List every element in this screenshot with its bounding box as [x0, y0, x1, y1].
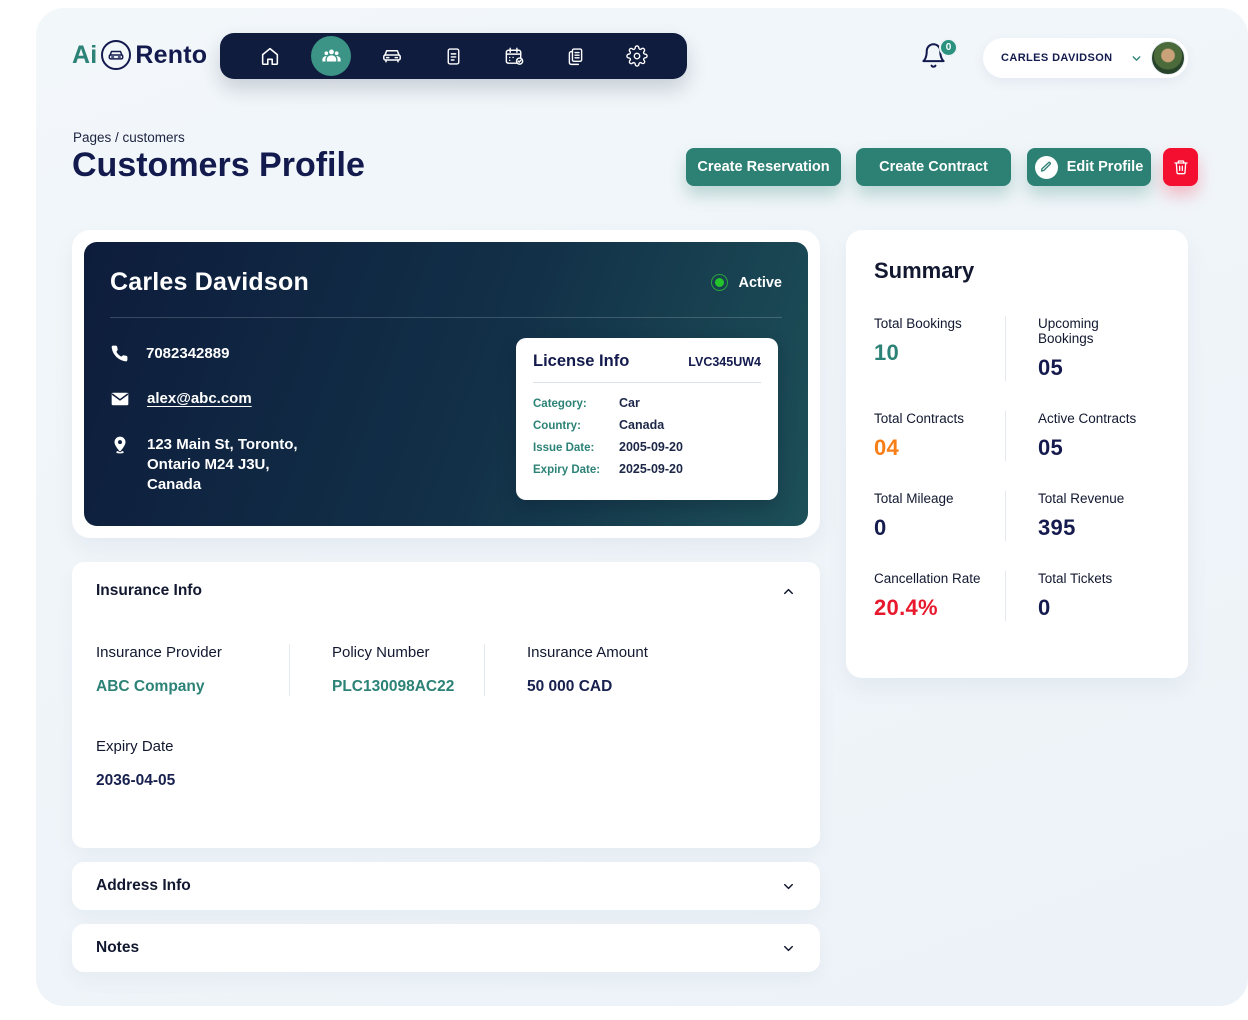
notes-header[interactable]: Notes: [96, 924, 796, 972]
users-icon: [320, 45, 343, 68]
license-info-card: License Info LVC345UW4 Category: Car Cou…: [516, 338, 778, 500]
nav-contracts[interactable]: [556, 36, 596, 76]
license-row-issue-date: Issue Date: 2005-09-20: [533, 440, 761, 454]
stat-total-mileage: Total Mileage 0: [874, 491, 1005, 541]
main-navbar: [220, 33, 687, 79]
nav-customers[interactable]: [311, 36, 351, 76]
notifications-button[interactable]: 0: [920, 42, 954, 76]
nav-vehicles[interactable]: [372, 36, 412, 76]
license-row-category: Category: Car: [533, 396, 761, 410]
contact-list: 7082342889 alex@abc.com 123 Main St, Tor…: [110, 338, 516, 500]
stat-total-tickets: Total Tickets 0: [1005, 571, 1160, 621]
status-label: Active: [738, 275, 782, 291]
avatar: [1151, 41, 1185, 75]
status-dot-icon: [711, 274, 728, 291]
license-info-title: License Info: [533, 352, 629, 371]
chevron-down-icon: [781, 941, 796, 956]
gear-icon: [626, 45, 648, 67]
divider: [533, 382, 761, 383]
insurance-expiry-field: Expiry Date 2036-04-05: [96, 738, 796, 790]
customer-profile-card: Carles Davidson Active 7082342889: [72, 230, 820, 538]
customer-email[interactable]: alex@abc.com: [147, 389, 252, 409]
create-reservation-button[interactable]: Create Reservation: [686, 148, 841, 186]
car-icon: [380, 44, 404, 68]
edit-profile-button[interactable]: Edit Profile: [1027, 148, 1151, 186]
app-root: Ai Rento: [0, 0, 1248, 1020]
notes-section: Notes: [72, 924, 820, 972]
nav-home[interactable]: [250, 36, 290, 76]
insurance-provider-field: Insurance Provider ABC Company: [96, 644, 289, 696]
insurance-info-title: Insurance Info: [96, 582, 202, 600]
notes-title: Notes: [96, 939, 139, 957]
chevron-down-icon: [1130, 52, 1143, 65]
customer-phone[interactable]: 7082342889: [146, 344, 229, 364]
calendar-check-icon: [503, 45, 526, 68]
address-info-header[interactable]: Address Info: [96, 862, 796, 910]
create-contract-button[interactable]: Create Contract: [856, 148, 1011, 186]
address-info-section: Address Info: [72, 862, 820, 910]
divider: [110, 317, 782, 318]
policy-number-field: Policy Number PLC130098AC22: [289, 644, 484, 696]
license-row-country: Country: Canada: [533, 418, 761, 432]
address-info-title: Address Info: [96, 877, 191, 895]
brand-name-primary: Ai: [72, 41, 97, 70]
user-menu[interactable]: CARLES DAVIDSON: [983, 38, 1188, 78]
home-icon: [259, 45, 281, 67]
envelope-icon: [110, 389, 130, 409]
status-badge: Active: [711, 274, 782, 291]
trash-icon: [1173, 159, 1189, 175]
stat-total-bookings: Total Bookings 10: [874, 316, 1005, 381]
phone-icon: [110, 344, 129, 363]
chevron-down-icon: [781, 879, 796, 894]
stat-upcoming-bookings: Upcoming Bookings 05: [1005, 316, 1160, 381]
brand-name-secondary: Rento: [135, 41, 207, 70]
chevron-up-icon: [781, 584, 796, 599]
main-column: Carles Davidson Active 7082342889: [72, 230, 820, 972]
delete-customer-button[interactable]: [1163, 148, 1198, 186]
nav-reservations[interactable]: [495, 36, 535, 76]
page-title: Customers Profile: [72, 146, 365, 185]
summary-column: Summary Total Bookings 10 Upcoming Booki…: [846, 230, 1188, 678]
address-row: 123 Main St, Toronto, Ontario M24 J3U, C…: [110, 435, 516, 496]
phone-row: 7082342889: [110, 344, 516, 364]
brand-car-icon: [101, 40, 131, 70]
pencil-icon: [1035, 156, 1058, 179]
summary-grid: Total Bookings 10 Upcoming Bookings 05 T…: [874, 316, 1160, 621]
brand-logo: Ai Rento: [72, 40, 207, 70]
user-name: CARLES DAVIDSON: [1001, 52, 1122, 64]
customer-profile-inner: Carles Davidson Active 7082342889: [84, 242, 808, 526]
summary-title: Summary: [874, 258, 1160, 284]
insurance-info-section: Insurance Info Insurance Provider ABC Co…: [72, 562, 820, 848]
location-pin-icon: [110, 435, 130, 455]
content-shell: Ai Rento: [36, 8, 1248, 1006]
stat-total-contracts: Total Contracts 04: [874, 411, 1005, 461]
nav-settings[interactable]: [617, 36, 657, 76]
customer-name: Carles Davidson: [110, 268, 309, 297]
edit-profile-label: Edit Profile: [1067, 159, 1144, 175]
breadcrumb[interactable]: Pages / customers: [73, 130, 185, 145]
stat-total-revenue: Total Revenue 395: [1005, 491, 1160, 541]
license-row-expiry-date: Expiry Date: 2025-09-20: [533, 462, 761, 476]
stat-active-contracts: Active Contracts 05: [1005, 411, 1160, 461]
email-row: alex@abc.com: [110, 389, 516, 409]
license-number: LVC345UW4: [688, 355, 761, 369]
customer-address: 123 Main St, Toronto, Ontario M24 J3U, C…: [147, 435, 298, 496]
stat-cancellation-rate: Cancellation Rate 20.4%: [874, 571, 1005, 621]
insurance-info-header[interactable]: Insurance Info: [96, 562, 796, 620]
insurance-amount-field: Insurance Amount 50 000 CAD: [484, 644, 796, 696]
document-icon: [443, 46, 464, 67]
summary-card: Summary Total Bookings 10 Upcoming Booki…: [846, 230, 1188, 678]
copy-documents-icon: [565, 46, 586, 67]
notification-count-badge: 0: [939, 38, 958, 57]
nav-documents[interactable]: [433, 36, 473, 76]
